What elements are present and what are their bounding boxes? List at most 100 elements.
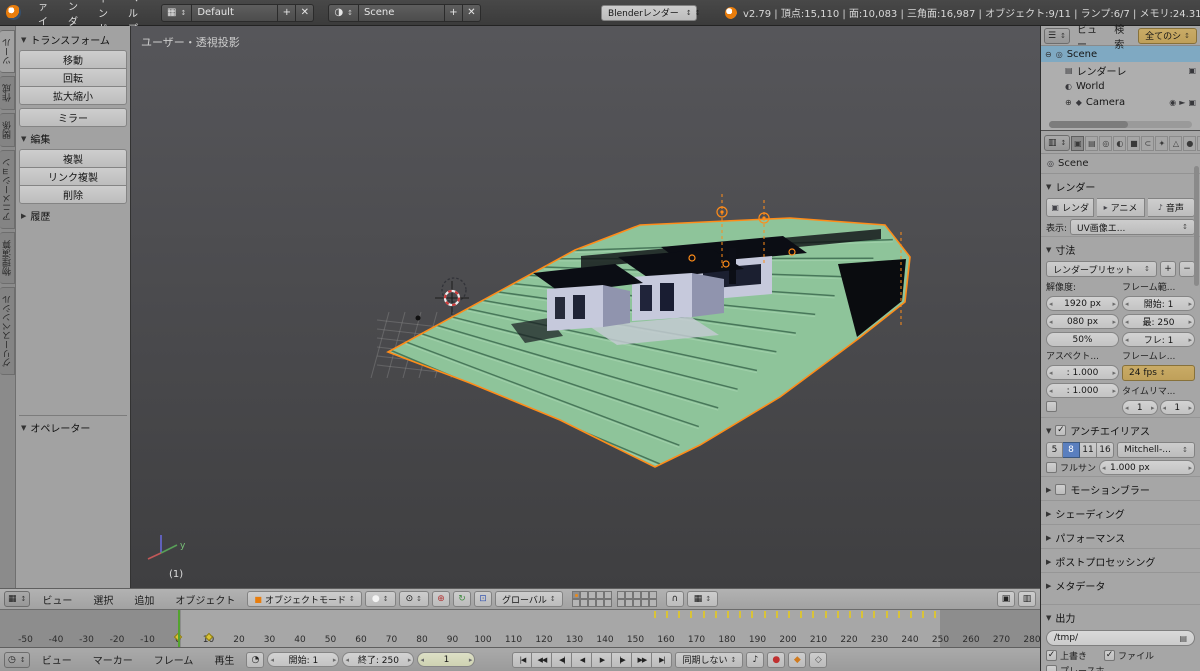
house-left[interactable]: [533, 264, 643, 331]
aa-filter-select[interactable]: Mitchell-...: [1117, 442, 1195, 458]
delete-keyframe-button[interactable]: ◇: [809, 651, 828, 668]
opengl-render-anim-button[interactable]: ▥: [1018, 591, 1036, 607]
opengl-render-button[interactable]: ▣: [997, 591, 1015, 607]
toolshelf-tab-1[interactable]: 作成: [0, 76, 15, 110]
panel-shading-header[interactable]: ▶ シェーディング: [1041, 500, 1200, 524]
panel-history-header[interactable]: ▶ 履歴: [19, 204, 127, 226]
resolution-x-field[interactable]: 1920 px: [1046, 296, 1119, 311]
aa-samples-8-button[interactable]: 8: [1063, 442, 1080, 458]
frame-end-field[interactable]: 終了: 250: [342, 652, 415, 667]
toolshelf-tab-2[interactable]: 関係: [0, 113, 15, 147]
layer-toggle-9[interactable]: [595, 599, 604, 607]
toolshelf-tab-4[interactable]: 物理演算: [0, 232, 15, 284]
layer-toggle-19[interactable]: [640, 599, 649, 607]
properties-tab-constraints[interactable]: ⊂: [1141, 135, 1155, 151]
scale-button[interactable]: 拡大縮小: [19, 86, 127, 105]
screen-layout-close-button[interactable]: ✕: [296, 3, 315, 22]
end-frame-field[interactable]: 最: 250: [1122, 314, 1195, 329]
panel-edit-header[interactable]: ▼ 編集: [19, 127, 127, 149]
properties-tab-render-layers[interactable]: ▤: [1085, 135, 1099, 151]
panel-operator-header[interactable]: ▼ オペレーター: [19, 415, 127, 438]
render-audio-button[interactable]: ♪ 音声: [1147, 198, 1195, 217]
layer-toggle-5[interactable]: [603, 591, 612, 599]
resolution-y-field[interactable]: 080 px: [1046, 314, 1119, 329]
panel-dimensions-header[interactable]: ▼ 寸法: [1041, 236, 1200, 260]
screen-layout-browse-button[interactable]: ▦ ↕: [161, 3, 193, 22]
outliner-item-camera[interactable]: ⊕ ◆ Camera ◉ ► ▣: [1041, 94, 1200, 110]
panel-metadata-header[interactable]: ▶ メタデータ: [1041, 572, 1200, 596]
layer-toggle-7[interactable]: [579, 599, 588, 607]
move-button[interactable]: 移動: [19, 50, 127, 69]
scene-close-button[interactable]: ✕: [462, 3, 481, 22]
outliner-scrollbar[interactable]: [1049, 121, 1192, 128]
layer-toggle-14[interactable]: [640, 591, 649, 599]
duplicate-button[interactable]: 複製: [19, 149, 127, 168]
current-frame-field[interactable]: 1: [417, 652, 476, 667]
manipulator-translate-button[interactable]: ⊕: [432, 591, 450, 607]
timeline-playback-menu[interactable]: 再生: [205, 649, 243, 670]
properties-tab-scene[interactable]: ◎: [1099, 135, 1113, 151]
playback-button-1[interactable]: ◀◀: [532, 651, 553, 668]
file-extensions-checkbox[interactable]: [1104, 650, 1116, 661]
start-frame-field[interactable]: 開始: 1: [1122, 296, 1195, 311]
layer-toggle-12[interactable]: [624, 591, 633, 599]
render-restrict-icon[interactable]: ▣: [1188, 98, 1196, 107]
timeline-frame-menu[interactable]: フレーム: [145, 649, 203, 670]
render-engine-select[interactable]: Blenderレンダー ↕: [600, 4, 697, 21]
preview-range-toggle[interactable]: ◔: [246, 651, 265, 668]
panel-output-header[interactable]: ▼ 出力: [1041, 604, 1200, 628]
transform-orientation-select[interactable]: グローバル: [495, 591, 563, 607]
render-presets-select[interactable]: レンダープリセット: [1046, 261, 1157, 277]
render-still-button[interactable]: ▣ レンダ: [1046, 198, 1095, 217]
timeline-marker-menu[interactable]: マーカー: [84, 649, 142, 670]
object-menu[interactable]: オブジェクト: [166, 589, 244, 610]
placeholders-checkbox[interactable]: [1046, 665, 1057, 671]
properties-tab-data[interactable]: △: [1169, 135, 1183, 151]
manipulator-rotate-button[interactable]: ↻: [453, 591, 471, 607]
antialiasing-checkbox[interactable]: [1055, 425, 1067, 436]
playback-button-5[interactable]: |▶: [612, 651, 633, 668]
snap-magnet-button[interactable]: ∩: [665, 591, 684, 607]
overwrite-checkbox[interactable]: [1046, 650, 1057, 661]
viewport-3d[interactable]: y ユーザー・透視投影 (1): [131, 26, 1040, 588]
delete-button[interactable]: 削除: [19, 185, 127, 204]
render-display-select[interactable]: UV画像エ...: [1070, 219, 1195, 235]
layer-toggle-15[interactable]: [648, 591, 657, 599]
rotate-button[interactable]: 回転: [19, 68, 127, 87]
aa-samples-16-button[interactable]: 16: [1097, 442, 1114, 458]
render-restrict-icon[interactable]: ▣: [1188, 66, 1196, 75]
selectability-arrow-icon[interactable]: ►: [1179, 98, 1185, 107]
insert-keyframe-button[interactable]: ◆: [788, 651, 807, 668]
motion-blur-checkbox[interactable]: [1055, 484, 1067, 495]
outliner-item-world[interactable]: ◐ World: [1041, 78, 1200, 94]
screen-layout-add-button[interactable]: +: [278, 3, 297, 22]
visibility-eye-icon[interactable]: ◉: [1169, 98, 1176, 107]
layer-toggle-20[interactable]: [648, 599, 657, 607]
panel-motion-blur-header[interactable]: ▶ モーションブラー: [1041, 476, 1200, 500]
remap-new-field[interactable]: 1: [1159, 400, 1195, 415]
aspect-x-field[interactable]: : 1.000: [1046, 365, 1119, 380]
panel-antialiasing-header[interactable]: ▼ アンチエイリアス: [1041, 417, 1200, 441]
panel-postprocessing-header[interactable]: ▶ ポストプロセッシング: [1041, 548, 1200, 572]
pivot-center-select[interactable]: ⊙: [398, 591, 429, 607]
playback-button-4[interactable]: ▶: [592, 651, 613, 668]
current-frame-line[interactable]: [178, 610, 180, 647]
resolution-percentage-slider[interactable]: 50%: [1046, 332, 1119, 347]
view-menu[interactable]: ビュー: [33, 589, 81, 610]
playback-button-0[interactable]: |◀: [512, 651, 533, 668]
editor-type-3dview-button[interactable]: ▦ ↕: [4, 591, 31, 607]
preset-remove-button[interactable]: −: [1179, 261, 1195, 277]
frame-start-field[interactable]: 開始: 1: [267, 652, 340, 667]
expand-icon[interactable]: ⊖: [1045, 50, 1052, 59]
select-menu[interactable]: 選択: [84, 589, 122, 610]
add-menu[interactable]: 追加: [125, 589, 163, 610]
outliner-display-filter-select[interactable]: 全てのシ: [1138, 27, 1197, 44]
layer-toggle-17[interactable]: [624, 599, 633, 607]
properties-tab-world[interactable]: ◐: [1113, 135, 1127, 151]
layer-toggle-16[interactable]: [616, 599, 625, 607]
panel-transform-header[interactable]: ▼ トランスフォーム: [19, 28, 127, 50]
properties-tab-render[interactable]: ▣: [1071, 135, 1085, 151]
layer-toggle-6[interactable]: [571, 599, 580, 607]
outliner-search-menu[interactable]: 検索: [1109, 19, 1136, 53]
layer-toggle-2[interactable]: [579, 591, 588, 599]
